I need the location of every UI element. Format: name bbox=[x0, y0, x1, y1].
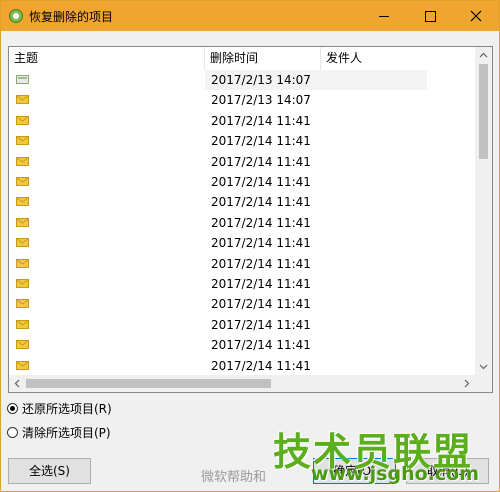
restore-selected-option[interactable]: 还原所选项目(R) bbox=[7, 399, 112, 417]
envelope-icon bbox=[16, 360, 29, 370]
restore-radio[interactable] bbox=[7, 402, 18, 414]
chevron-up-icon bbox=[479, 52, 488, 58]
deleted-time-cell: 2017/2/14 11:41 bbox=[211, 297, 311, 312]
envelope-icon bbox=[16, 279, 29, 288]
deleted-time-cell: 2017/2/13 14:07 bbox=[205, 70, 321, 90]
list-item[interactable]: 2017/2/14 11:41 bbox=[9, 274, 475, 294]
horizontal-scroll-thumb[interactable] bbox=[26, 379, 271, 388]
deleted-time-cell: 2017/2/14 11:41 bbox=[211, 113, 311, 128]
list-rows: 2017/2/13 14:07 2017/2/13 14:07 2017/2/14 … bbox=[9, 70, 475, 375]
envelope-icon bbox=[16, 136, 29, 146]
restore-radio-label: 还原所选项目(R) bbox=[22, 401, 112, 416]
scroll-up-button[interactable] bbox=[475, 47, 492, 64]
deleted-time-cell: 2017/2/14 11:41 bbox=[211, 215, 311, 230]
envelope-icon bbox=[16, 156, 29, 166]
list-item[interactable]: 2017/2/14 11:41 bbox=[9, 315, 475, 335]
envelope-icon bbox=[16, 177, 29, 186]
title-bar[interactable]: 恢复删除的项目 bbox=[1, 1, 499, 31]
close-button[interactable] bbox=[453, 1, 499, 31]
list-item[interactable]: 2017/2/13 14:07 bbox=[9, 90, 475, 110]
restore-deleted-items-dialog: 恢复删除的项目 主题 删除时间 发件人 2017/2/13 14:07 2017/… bbox=[0, 0, 500, 492]
sender-cell bbox=[321, 70, 427, 90]
vertical-scrollbar[interactable] bbox=[475, 47, 492, 375]
list-item[interactable]: 2017/2/14 11:41 bbox=[9, 356, 475, 376]
maximize-button[interactable] bbox=[407, 1, 453, 31]
purge-selected-option[interactable]: 清除所选项目(P) bbox=[7, 423, 111, 441]
vertical-scroll-thumb[interactable] bbox=[479, 64, 488, 159]
deleted-time-cell: 2017/2/14 11:41 bbox=[211, 256, 311, 271]
deleted-time-cell: 2017/2/14 11:41 bbox=[211, 277, 311, 291]
app-icon bbox=[9, 9, 23, 23]
close-icon bbox=[470, 10, 482, 22]
list-item[interactable]: 2017/2/14 11:41 bbox=[9, 254, 475, 274]
column-header-sender[interactable]: 发件人 bbox=[321, 47, 475, 70]
chevron-left-icon bbox=[14, 379, 20, 388]
column-header-subject[interactable]: 主题 bbox=[9, 47, 205, 70]
list-item[interactable]: 2017/2/14 11:41 bbox=[9, 294, 475, 314]
envelope-icon bbox=[16, 258, 29, 268]
watermark-url: www.jsgho.com bbox=[311, 463, 479, 485]
list-item[interactable]: 2017/2/14 11:41 bbox=[9, 335, 475, 355]
deleted-time-cell: 2017/2/14 11:41 bbox=[211, 358, 311, 373]
deleted-time-cell: 2017/2/14 11:41 bbox=[211, 236, 311, 251]
purge-radio[interactable] bbox=[7, 426, 18, 438]
deleted-items-list[interactable]: 主题 删除时间 发件人 2017/2/13 14:07 2017/2/13 14:… bbox=[8, 46, 493, 393]
deleted-time-cell: 2017/2/14 11:41 bbox=[211, 317, 311, 332]
watermark-caption: 微软帮助和 bbox=[201, 470, 267, 485]
list-item[interactable]: 2017/2/14 11:41 bbox=[9, 233, 475, 253]
list-item[interactable]: 2017/2/14 11:41 bbox=[9, 213, 475, 233]
envelope-icon bbox=[16, 340, 29, 350]
envelope-icon bbox=[16, 238, 29, 248]
deleted-time-cell: 2017/2/13 14:07 bbox=[211, 93, 311, 108]
envelope-icon bbox=[16, 299, 29, 309]
column-headers: 主题 删除时间 发件人 bbox=[9, 47, 475, 70]
scrollbar-corner bbox=[475, 375, 492, 392]
chevron-right-icon bbox=[464, 379, 470, 388]
scroll-right-button[interactable] bbox=[458, 375, 475, 392]
deleted-time-cell: 2017/2/14 11:41 bbox=[211, 175, 311, 189]
deleted-time-cell: 2017/2/14 11:41 bbox=[211, 338, 311, 353]
calendar-item-icon bbox=[16, 75, 29, 84]
deleted-time-cell: 2017/2/14 11:41 bbox=[211, 134, 311, 149]
scroll-down-button[interactable] bbox=[475, 358, 492, 375]
window-title: 恢复删除的项目 bbox=[29, 10, 114, 24]
list-item[interactable]: 2017/2/14 11:41 bbox=[9, 172, 475, 192]
horizontal-scrollbar[interactable] bbox=[9, 375, 475, 392]
select-all-button[interactable]: 全选(S) bbox=[8, 458, 91, 484]
deleted-time-cell: 2017/2/14 11:41 bbox=[211, 195, 311, 210]
minimize-button[interactable] bbox=[361, 1, 407, 31]
list-item[interactable]: 2017/2/13 14:07 bbox=[9, 70, 475, 90]
scroll-left-button[interactable] bbox=[9, 375, 26, 392]
purge-radio-label: 清除所选项目(P) bbox=[22, 425, 111, 440]
list-item[interactable]: 2017/2/14 11:41 bbox=[9, 111, 475, 131]
envelope-icon bbox=[16, 115, 29, 125]
envelope-icon bbox=[16, 197, 29, 207]
list-item[interactable]: 2017/2/14 11:41 bbox=[9, 131, 475, 151]
deleted-time-cell: 2017/2/14 11:41 bbox=[211, 154, 311, 169]
envelope-icon bbox=[16, 95, 29, 105]
column-header-deleted-time[interactable]: 删除时间 bbox=[205, 47, 321, 70]
envelope-icon bbox=[16, 319, 29, 329]
list-item[interactable]: 2017/2/14 11:41 bbox=[9, 152, 475, 172]
chevron-down-icon bbox=[479, 364, 488, 370]
list-item[interactable]: 2017/2/14 11:41 bbox=[9, 192, 475, 212]
envelope-icon bbox=[16, 217, 29, 227]
